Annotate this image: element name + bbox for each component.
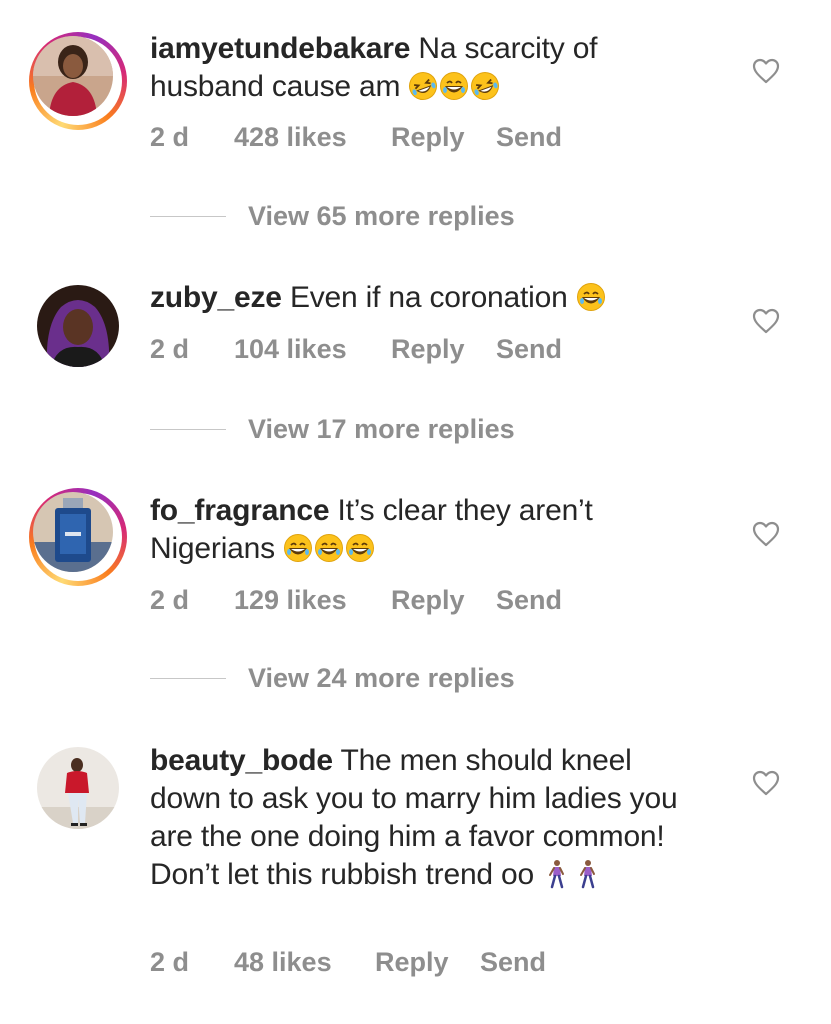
replies-divider <box>150 429 226 430</box>
rolling-on-floor-laughing-emoji-icon <box>470 71 500 101</box>
reply-button[interactable]: Reply <box>375 946 449 978</box>
rolling-on-floor-laughing-emoji-icon <box>408 71 438 101</box>
comment-time: 2 d <box>150 947 190 977</box>
comment-text: iamyetundebakare Na scarcity of husband … <box>150 30 710 106</box>
grinning-face-with-sweat-emoji-icon <box>283 533 313 563</box>
avatar <box>33 36 113 116</box>
reply-button[interactable]: Reply <box>391 584 465 616</box>
comment-time: 2 d <box>150 122 190 152</box>
like-heart-icon[interactable] <box>752 58 780 84</box>
avatar <box>33 492 113 572</box>
view-replies-label[interactable]: View 24 more replies <box>248 662 515 694</box>
view-replies-label[interactable]: View 17 more replies <box>248 413 515 445</box>
comment-likes[interactable]: 129 likes <box>234 584 347 616</box>
comment-body: Even if na coronation <box>289 281 568 314</box>
avatar <box>37 747 119 829</box>
send-button[interactable]: Send <box>496 584 562 616</box>
comment-username[interactable]: beauty_bode <box>150 744 333 777</box>
comment-username[interactable]: iamyetundebakare <box>150 32 410 65</box>
comment-time: 2 d <box>150 585 190 615</box>
avatar-story-ring[interactable] <box>29 32 127 130</box>
replies-divider <box>150 678 226 679</box>
reply-button[interactable]: Reply <box>391 121 465 153</box>
grinning-face-with-sweat-emoji-icon <box>439 71 469 101</box>
comment-text: fo_fragrance It’s clear they aren’t Nige… <box>150 492 710 568</box>
avatar-wrap[interactable] <box>29 277 127 375</box>
comment-text: beauty_bode The men should kneel down to… <box>150 742 690 894</box>
send-button[interactable]: Send <box>496 121 562 153</box>
grinning-face-with-sweat-emoji-icon <box>576 282 606 312</box>
view-replies-label[interactable]: View 65 more replies <box>248 200 515 232</box>
like-heart-icon[interactable] <box>752 521 780 547</box>
woman-walking-emoji-icon <box>542 859 572 889</box>
comment-text: zuby_eze Even if na coronation <box>150 279 710 317</box>
replies-divider <box>150 216 226 217</box>
comment-likes[interactable]: 48 likes <box>234 946 332 978</box>
comment-likes[interactable]: 104 likes <box>234 333 347 365</box>
comment-username[interactable]: fo_fragrance <box>150 494 330 527</box>
comment-time: 2 d <box>150 334 190 364</box>
avatar <box>37 285 119 367</box>
avatar-wrap[interactable] <box>29 739 127 837</box>
grinning-face-with-sweat-emoji-icon <box>345 533 375 563</box>
grinning-face-with-sweat-emoji-icon <box>314 533 344 563</box>
send-button[interactable]: Send <box>496 333 562 365</box>
like-heart-icon[interactable] <box>752 308 780 334</box>
avatar-story-ring[interactable] <box>29 488 127 586</box>
reply-button[interactable]: Reply <box>391 333 465 365</box>
send-button[interactable]: Send <box>480 946 546 978</box>
woman-walking-emoji-icon <box>573 859 603 889</box>
like-heart-icon[interactable] <box>752 770 780 796</box>
comment-likes[interactable]: 428 likes <box>234 121 347 153</box>
comment-username[interactable]: zuby_eze <box>150 281 282 314</box>
